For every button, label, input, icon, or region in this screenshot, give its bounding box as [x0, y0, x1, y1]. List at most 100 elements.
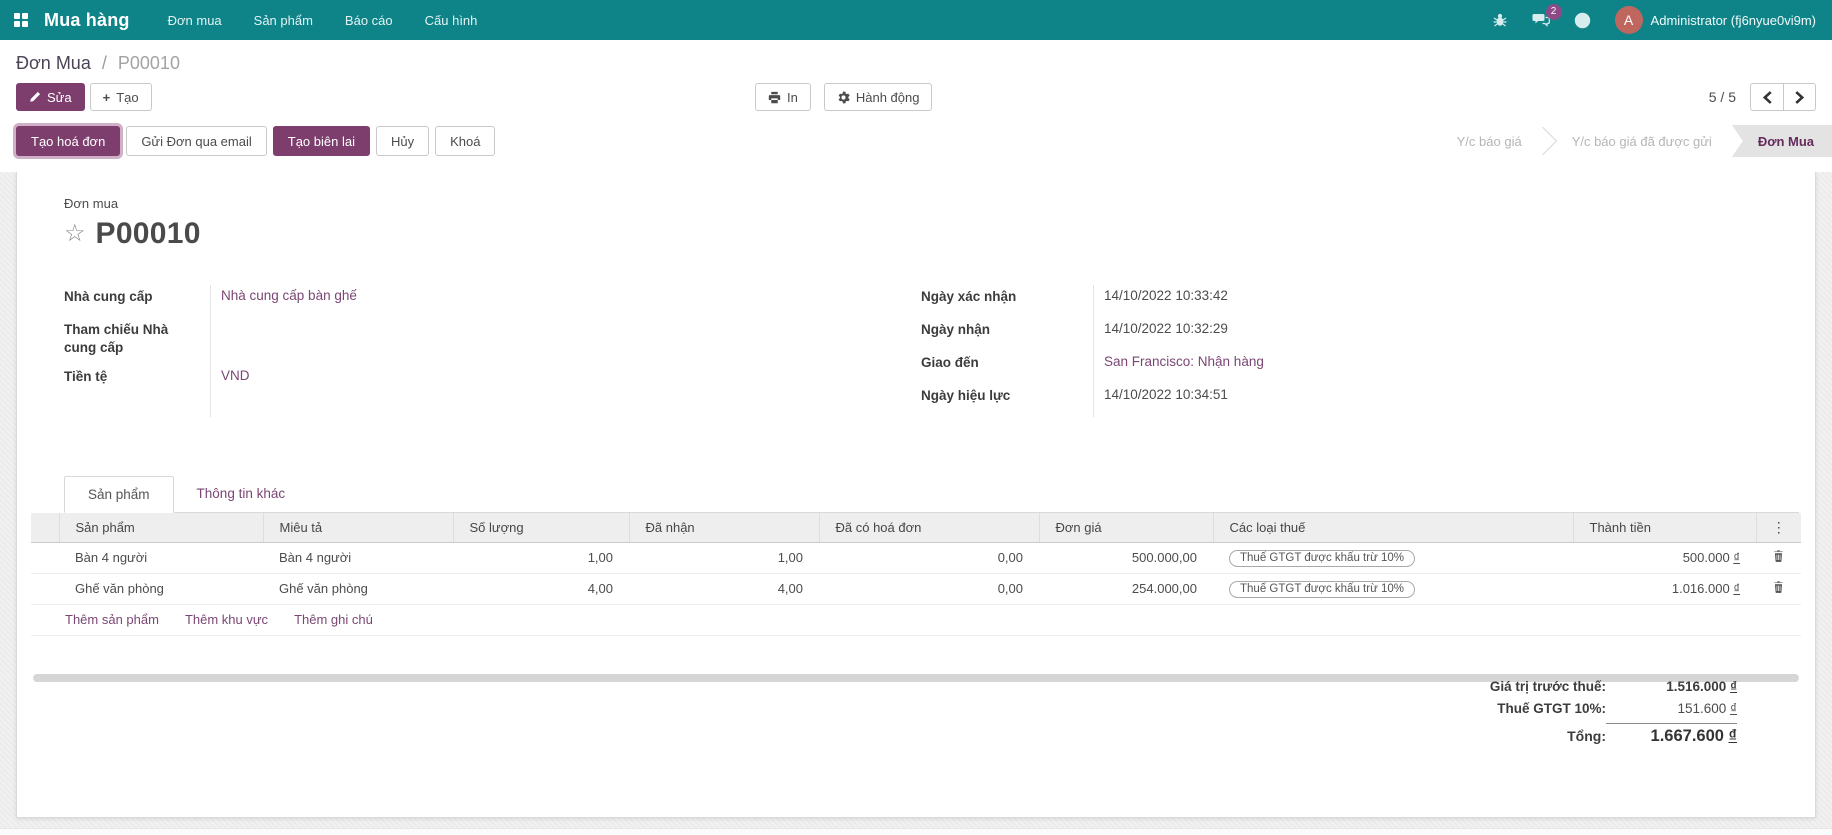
cell-subtotal: 500.000 ₫: [1573, 542, 1756, 573]
total-value: 1.667.600 ₫: [1606, 723, 1737, 746]
action-button[interactable]: Hành động: [824, 83, 933, 111]
cell-qty: 1,00: [453, 542, 629, 573]
statusbar: Tạo hoá đơn Gửi Đơn qua email Tạo biên l…: [0, 111, 1832, 157]
actions-row: Sửa + Tạo In Hành động: [0, 74, 1832, 111]
breadcrumb: Đơn Mua / P00010: [0, 40, 1832, 74]
app-name[interactable]: Mua hàng: [44, 10, 130, 31]
debug-bug-icon[interactable]: [1482, 4, 1518, 36]
col-received[interactable]: Đã nhận: [629, 513, 819, 542]
pencil-icon: [29, 91, 41, 103]
col-subtotal[interactable]: Thành tiền: [1573, 513, 1756, 542]
field-label-vendor-reference: Tham chiếu Nhà cung cấp: [64, 321, 210, 357]
menu-don-mua[interactable]: Đơn mua: [152, 1, 238, 40]
cell-description: Bàn 4 người: [263, 542, 453, 573]
activities-clock-icon[interactable]: [1564, 4, 1601, 37]
delete-line-icon[interactable]: [1772, 549, 1785, 563]
tax-badge: Thuế GTGT được khấu trừ 10%: [1229, 581, 1415, 598]
cell-subtotal: 1.016.000 ₫: [1573, 573, 1756, 604]
pager-previous-button[interactable]: [1750, 83, 1783, 111]
send-by-email-button[interactable]: Gửi Đơn qua email: [126, 126, 266, 156]
state-purchase-order[interactable]: Đơn Mua: [1732, 125, 1832, 157]
pager-value[interactable]: 5 / 5: [1709, 89, 1736, 105]
step-separator-icon: [1542, 125, 1552, 157]
untaxed-amount-value: 1.516.000 ₫: [1606, 679, 1737, 694]
control-panel: Đơn Mua / P00010 Sửa + Tạo In: [0, 40, 1832, 172]
cancel-button[interactable]: Hủy: [376, 126, 429, 156]
menu-cau-hinh[interactable]: Cấu hình: [409, 1, 494, 40]
status-steps: Y/c báo giá Y/c báo giá đã được gửi Đơn …: [1437, 125, 1832, 157]
col-unit-price[interactable]: Đơn giá: [1039, 513, 1213, 542]
field-value-receipt-date: 14/10/2022 10:32:29: [1104, 321, 1228, 336]
col-qty[interactable]: Số lượng: [453, 513, 629, 542]
table-row[interactable]: Bàn 4 người Bàn 4 người 1,00 1,00 0,00 5…: [31, 542, 1801, 573]
col-description[interactable]: Miêu tả: [263, 513, 453, 542]
field-label-effective-date: Ngày hiệu lực: [921, 387, 1020, 405]
menu-bao-cao[interactable]: Báo cáo: [329, 1, 409, 40]
avatar: A: [1615, 6, 1643, 34]
col-billed[interactable]: Đã có hoá đơn: [819, 513, 1039, 542]
currency-symbol: ₫: [1733, 550, 1740, 565]
add-section-link[interactable]: Thêm khu vực: [185, 612, 268, 627]
table-row[interactable]: Ghế văn phòng Ghế văn phòng 4,00 4,00 0,…: [31, 573, 1801, 604]
tax-amount-label: Thuế GTGT 10%:: [1497, 701, 1606, 716]
tab-other-info[interactable]: Thông tin khác: [174, 476, 309, 513]
cell-product: Ghế văn phòng: [59, 573, 263, 604]
breadcrumb-current: P00010: [118, 53, 180, 73]
cell-qty: 4,00: [453, 573, 629, 604]
messages-icon[interactable]: 2: [1522, 4, 1560, 36]
field-label-currency: Tiền tệ: [64, 368, 117, 386]
field-label-deliver-to: Giao đến: [921, 354, 989, 372]
totals-block: Giá trị trước thuế: 1.516.000 ₫ Thuế GTG…: [1490, 679, 1737, 753]
user-menu[interactable]: A Administrator (fj6nyue0vi9m): [1605, 2, 1820, 38]
field-value-vendor[interactable]: Nhà cung cấp bàn ghế: [221, 288, 357, 303]
chevron-left-icon: [1762, 91, 1773, 104]
untaxed-amount-label: Giá trị trước thuế:: [1490, 679, 1606, 694]
pager-next-button[interactable]: [1783, 83, 1816, 111]
field-value-currency[interactable]: VND: [221, 368, 250, 383]
add-note-link[interactable]: Thêm ghi chú: [294, 612, 373, 627]
app-window: Mua hàng Đơn mua Sản phẩm Báo cáo Cấu hì…: [0, 0, 1832, 835]
print-button[interactable]: In: [755, 83, 811, 111]
edit-button[interactable]: Sửa: [16, 83, 85, 111]
breadcrumb-separator: /: [102, 53, 107, 73]
handle-column-header: [31, 513, 59, 542]
breadcrumb-parent[interactable]: Đơn Mua: [16, 53, 91, 73]
pager: 5 / 5: [1709, 83, 1816, 111]
currency-symbol: ₫: [1729, 727, 1737, 745]
apps-menu-icon[interactable]: [14, 13, 28, 27]
notebook-tabs: Sản phẩm Thông tin khác: [64, 475, 1799, 513]
cell-unit-price: 254.000,00: [1039, 573, 1213, 604]
order-lines-table: Sản phẩm Miêu tả Số lượng Đã nhận Đã có …: [31, 513, 1801, 605]
record-title: P00010: [96, 217, 201, 251]
currency-symbol: ₫: [1730, 701, 1737, 716]
create-receipt-button[interactable]: Tạo biên lai: [273, 126, 370, 156]
field-value-deliver-to[interactable]: San Francisco: Nhận hàng: [1104, 354, 1264, 369]
favorite-star-icon[interactable]: ☆: [64, 222, 86, 246]
cell-billed: 0,00: [819, 573, 1039, 604]
field-groups: Nhà cung cấp Tham chiếu Nhà cung cấp Tiề…: [64, 285, 1799, 417]
currency-symbol: ₫: [1730, 679, 1737, 694]
sheet-label: Đơn mua: [64, 196, 1799, 211]
delete-line-icon[interactable]: [1772, 580, 1785, 594]
menu-san-pham[interactable]: Sản phẩm: [238, 1, 329, 40]
create-button[interactable]: + Tạo: [90, 83, 152, 111]
message-count-badge: 2: [1546, 4, 1562, 20]
create-invoice-button[interactable]: Tạo hoá đơn: [16, 126, 120, 156]
optional-columns-icon[interactable]: ⋮: [1756, 513, 1801, 542]
form-sheet: Đơn mua ☆ P00010 Nhà cung cấp Tham chiếu…: [16, 172, 1816, 818]
chevron-right-icon: [1794, 91, 1805, 104]
field-value-confirmation-date: 14/10/2022 10:33:42: [1104, 288, 1228, 303]
cell-received: 1,00: [629, 542, 819, 573]
add-product-link[interactable]: Thêm sản phẩm: [65, 612, 159, 627]
col-product[interactable]: Sản phẩm: [59, 513, 263, 542]
cell-unit-price: 500.000,00: [1039, 542, 1213, 573]
page-footer: [0, 828, 1832, 835]
col-taxes[interactable]: Các loại thuế: [1213, 513, 1573, 542]
cell-received: 4,00: [629, 573, 819, 604]
state-rfq[interactable]: Y/c báo giá: [1437, 125, 1542, 157]
lock-button[interactable]: Khoá: [435, 126, 495, 156]
tab-products[interactable]: Sản phẩm: [64, 476, 174, 513]
table-header-row: Sản phẩm Miêu tả Số lượng Đã nhận Đã có …: [31, 513, 1801, 542]
field-label-confirmation-date: Ngày xác nhận: [921, 288, 1026, 306]
state-rfq-sent[interactable]: Y/c báo giá đã được gửi: [1552, 125, 1732, 157]
